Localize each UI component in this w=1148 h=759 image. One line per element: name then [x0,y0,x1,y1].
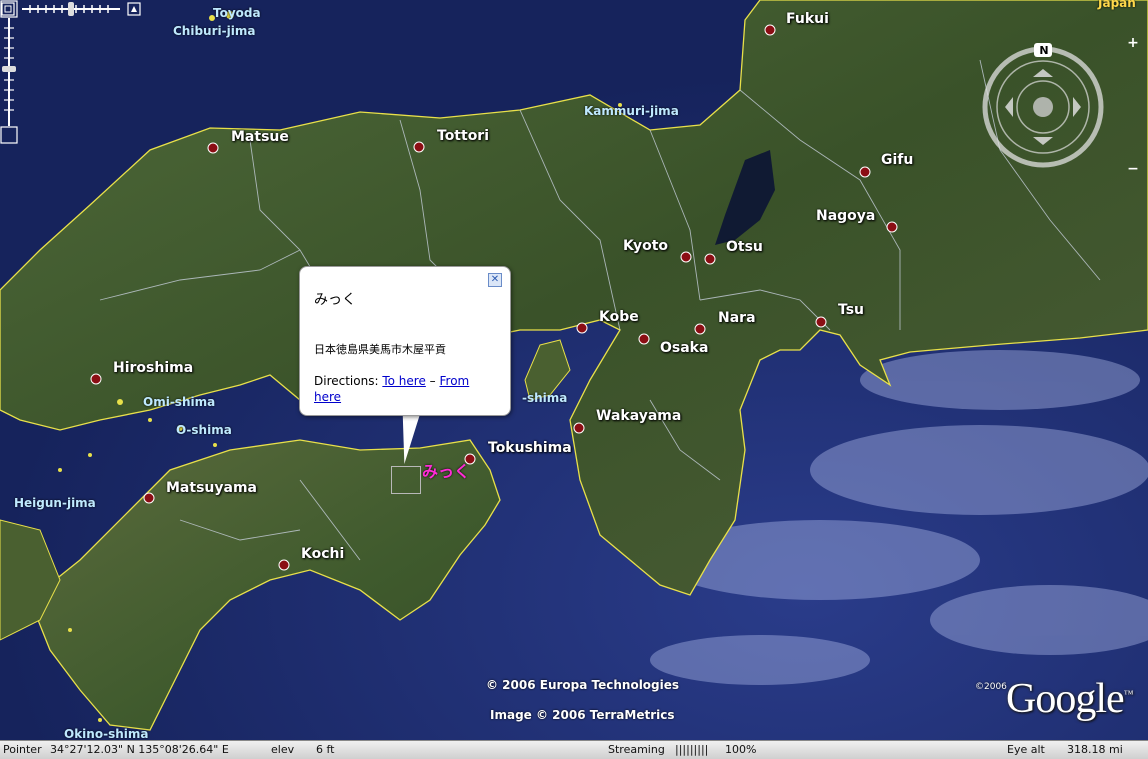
city-marker[interactable] [278,559,290,571]
island-label: Kammuri-jima [584,104,679,118]
zoom-out-button[interactable]: − [1124,161,1142,177]
elev-value: 6 ft [316,743,335,756]
navigation-compass[interactable] [978,40,1108,175]
city-marker[interactable] [694,323,706,335]
city-label: Tokushima [488,440,572,456]
zoom-slider[interactable] [0,0,18,144]
city-marker[interactable] [413,141,425,153]
island-label: O-shima [176,423,232,437]
city-label: Otsu [726,239,763,255]
island-label: Heigun-jima [14,496,96,510]
city-label: Matsue [231,129,289,145]
city-label: Kochi [301,546,345,562]
island-label: Omi-shima [143,395,216,409]
city-marker[interactable] [704,253,716,265]
placemark-marker[interactable] [391,466,421,494]
city-label: Hiroshima [113,360,194,376]
eye-alt-label: Eye alt [1007,743,1045,756]
directions-label: Directions: [314,374,379,388]
compass-north-label[interactable]: N [1037,44,1051,57]
copyright-europa: © 2006 Europa Technologies [486,678,680,692]
logo-trademark: ™ [1123,689,1134,700]
city-label: Fukui [786,11,829,27]
google-logo: Google™ [1006,675,1134,723]
city-label: Matsuyama [166,480,257,496]
city-label: Nagoya [816,208,876,224]
view-slider-bar[interactable] [0,0,172,20]
city-label: Gifu [881,152,914,168]
city-label: Tsu [838,302,864,318]
to-here-link[interactable]: To here [382,374,426,388]
city-label: Kobe [599,309,639,325]
balloon-directions: Directions: To here – From here [314,373,489,405]
status-bar: Pointer 34°27'12.03" N 135°08'26.64" E e… [0,740,1148,759]
placemark-label[interactable]: みっく [422,458,470,482]
city-marker[interactable] [143,492,155,504]
island-label: Okino-shima [64,727,149,740]
city-marker[interactable] [576,322,588,334]
info-balloon: ✕ みっく 日本徳島県美馬市木屋平貢 Directions: To here –… [299,266,511,416]
city-label: Kyoto [623,238,669,254]
city-marker[interactable] [638,333,650,345]
city-marker[interactable] [886,221,898,233]
streaming-label: Streaming [608,743,665,756]
copyright-terrametrics: Image © 2006 TerraMetrics [490,708,675,722]
island-label: Toyoda [213,6,261,20]
city-label: Tottori [437,128,490,144]
balloon-address: 日本徳島県美馬市木屋平貢 [314,343,446,356]
google-logo-text: Google [1006,676,1125,722]
streaming-percent: 100% [725,743,757,756]
streaming-progress: ||||||||| [675,743,709,756]
pointer-coordinates: 34°27'12.03" N 135°08'26.64" E [50,743,229,756]
elev-label: elev [271,743,295,756]
satellite-map[interactable]: Fukui Matsue Tottori Gifu Nagoya Kyoto O… [0,0,1148,740]
city-marker[interactable] [573,422,585,434]
eye-alt-value: 318.18 mi [1067,743,1123,756]
city-marker[interactable] [680,251,692,263]
logo-copyright: ©2006 [975,682,1007,692]
country-label: Japan [1098,0,1136,10]
zoom-in-button[interactable]: + [1124,35,1142,51]
city-marker[interactable] [90,373,102,385]
city-marker[interactable] [764,24,776,36]
city-marker[interactable] [207,142,219,154]
city-label: Osaka [660,340,709,356]
island-label: Chiburi-jima [173,24,256,38]
balloon-title: みっく [314,292,356,308]
city-marker[interactable] [859,166,871,178]
city-label: Nara [718,310,756,326]
city-marker[interactable] [815,316,827,328]
island-label: -shima [522,391,568,405]
close-icon[interactable]: ✕ [488,273,502,287]
city-label: Wakayama [596,408,682,424]
pointer-label: Pointer [3,743,42,756]
directions-separator: – [429,374,436,388]
